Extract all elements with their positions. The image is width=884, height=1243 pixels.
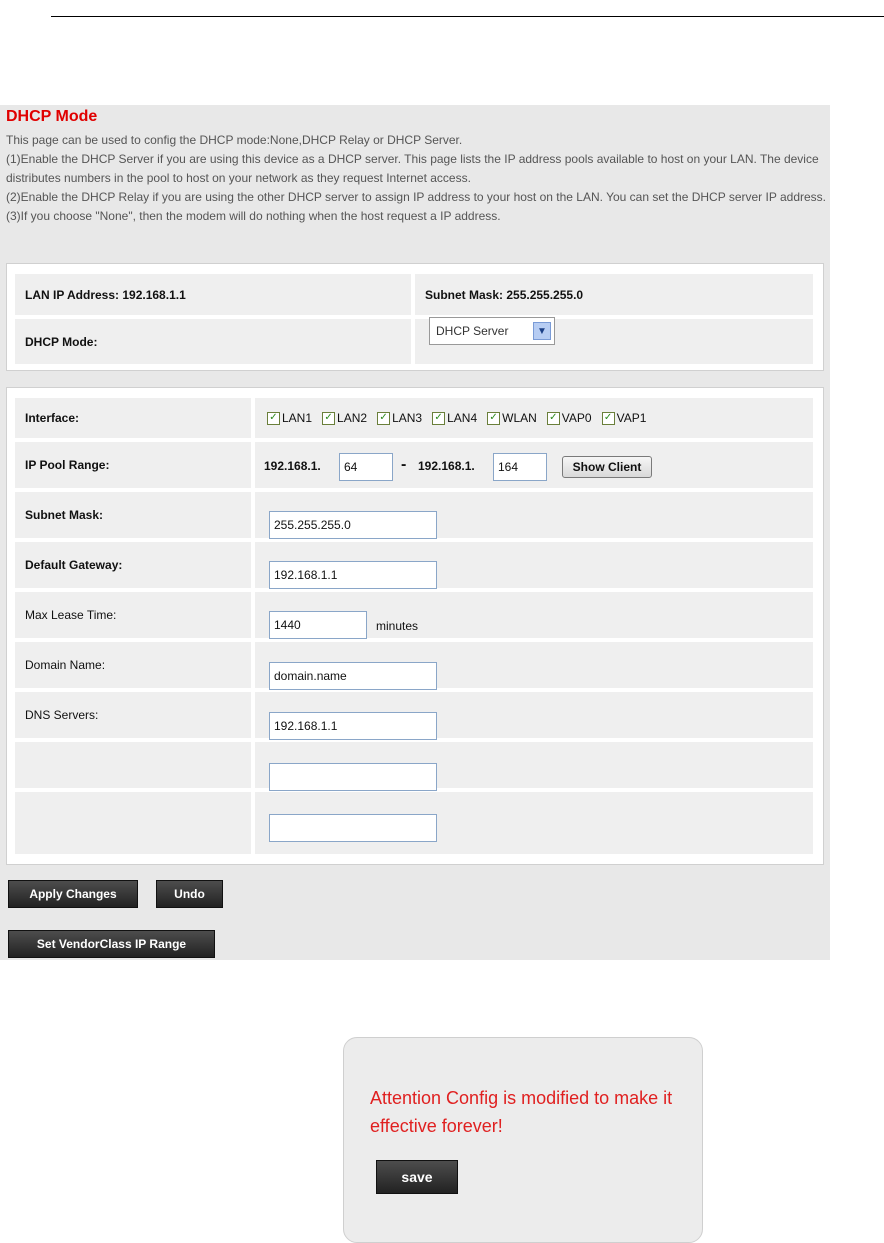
ip-prefix-end: 192.168.1. <box>418 459 475 473</box>
lease-unit: minutes <box>376 619 419 633</box>
checkbox-vap0[interactable]: ✓ VAP0 <box>546 411 592 425</box>
lan-ip-label: LAN IP Address: 192.168.1.1 <box>15 274 411 315</box>
checkbox-label: VAP0 <box>561 411 592 425</box>
description-line: (1)Enable the DHCP Server if you are usi… <box>6 152 819 185</box>
checkbox-wlan[interactable]: ✓ WLAN <box>487 411 537 425</box>
default-gateway-input[interactable]: 192.168.1.1 <box>269 561 437 589</box>
lan-info-card: LAN IP Address: 192.168.1.1 Subnet Mask:… <box>6 263 824 371</box>
checkbox-label: LAN4 <box>447 411 478 425</box>
description-line: (2)Enable the DHCP Relay if you are usin… <box>6 190 826 204</box>
page-title: DHCP Mode <box>6 108 98 125</box>
checkbox-label: LAN3 <box>392 411 423 425</box>
attention-message: Attention Config is modified to make it … <box>370 1088 673 1136</box>
description-line: (3)If you choose "None", then the modem … <box>6 209 501 223</box>
dns-server-input-1[interactable]: 192.168.1.1 <box>269 712 437 740</box>
checkbox-label: VAP1 <box>616 411 647 425</box>
checkmark-icon[interactable]: ✓ <box>432 411 446 425</box>
default-gateway-label: Default Gateway: <box>15 542 251 588</box>
checkbox-vap1[interactable]: ✓ VAP1 <box>601 411 647 425</box>
ip-prefix-start: 192.168.1. <box>264 459 321 473</box>
dhcp-panel: DHCP Mode This page can be used to confi… <box>0 105 830 960</box>
description-line: This page can be used to config the DHCP… <box>6 133 463 147</box>
dns-servers-label: DNS Servers: <box>15 692 251 738</box>
top-rule <box>51 16 884 17</box>
subnet-mask-label: Subnet Mask: <box>15 492 251 538</box>
max-lease-label: Max Lease Time: <box>15 592 251 638</box>
ip-pool-label: IP Pool Range: <box>15 442 251 488</box>
chevron-down-icon[interactable]: ▼ <box>533 322 551 340</box>
checkmark-icon[interactable]: ✓ <box>322 411 336 425</box>
dhcp-mode-select[interactable]: DHCP Server ▼ <box>429 317 555 345</box>
subnet-mask-info: Subnet Mask: 255.255.255.0 <box>415 274 813 315</box>
checkbox-lan1[interactable]: ✓ LAN1 <box>267 411 312 425</box>
checkbox-label: WLAN <box>502 411 537 425</box>
save-button[interactable]: save <box>376 1160 458 1194</box>
ip-start-input[interactable]: 64 <box>339 453 393 481</box>
range-separator: - <box>401 456 407 473</box>
attention-box: Attention Config is modified to make it … <box>343 1037 703 1243</box>
checkmark-icon[interactable]: ✓ <box>601 411 615 425</box>
checkmark-icon[interactable]: ✓ <box>377 411 391 425</box>
dhcp-mode-label: DHCP Mode: <box>15 319 411 364</box>
interface-checkboxes: ✓ LAN1 ✓ LAN2 ✓ LAN3 ✓ LAN4 ✓ WLAN ✓ VAP0 ✓ VAP… <box>255 398 813 438</box>
checkmark-icon[interactable]: ✓ <box>546 411 560 425</box>
subnet-mask-input[interactable]: 255.255.255.0 <box>269 511 437 539</box>
domain-name-label: Domain Name: <box>15 642 251 688</box>
dns-server-input-2[interactable] <box>269 763 437 791</box>
page-description: This page can be used to config the DHCP… <box>6 131 828 226</box>
checkmark-icon[interactable]: ✓ <box>267 411 280 425</box>
dhcp-mode-value: DHCP Server <box>436 324 509 338</box>
dns-label-empty-2 <box>15 742 251 788</box>
ip-end-input[interactable]: 164 <box>493 453 547 481</box>
checkbox-lan3[interactable]: ✓ LAN3 <box>377 411 422 425</box>
checkbox-lan2[interactable]: ✓ LAN2 <box>322 411 367 425</box>
max-lease-input[interactable]: 1440 <box>269 611 367 639</box>
checkmark-icon[interactable]: ✓ <box>487 411 501 425</box>
checkbox-lan4[interactable]: ✓ LAN4 <box>432 411 477 425</box>
checkbox-label: LAN2 <box>337 411 368 425</box>
undo-button[interactable]: Undo <box>156 880 223 908</box>
dhcp-config-card: Interface: ✓ LAN1 ✓ LAN2 ✓ LAN3 ✓ LAN4 ✓ WLAN… <box>6 387 824 865</box>
apply-changes-button[interactable]: Apply Changes <box>8 880 138 908</box>
interface-label: Interface: <box>15 398 251 438</box>
dns-server-input-3[interactable] <box>269 814 437 842</box>
domain-name-input[interactable]: domain.name <box>269 662 437 690</box>
set-vendorclass-button[interactable]: Set VendorClass IP Range <box>8 930 215 958</box>
checkbox-label: LAN1 <box>282 411 313 425</box>
show-client-button[interactable]: Show Client <box>562 456 652 478</box>
dns-label-empty-3 <box>15 792 251 854</box>
